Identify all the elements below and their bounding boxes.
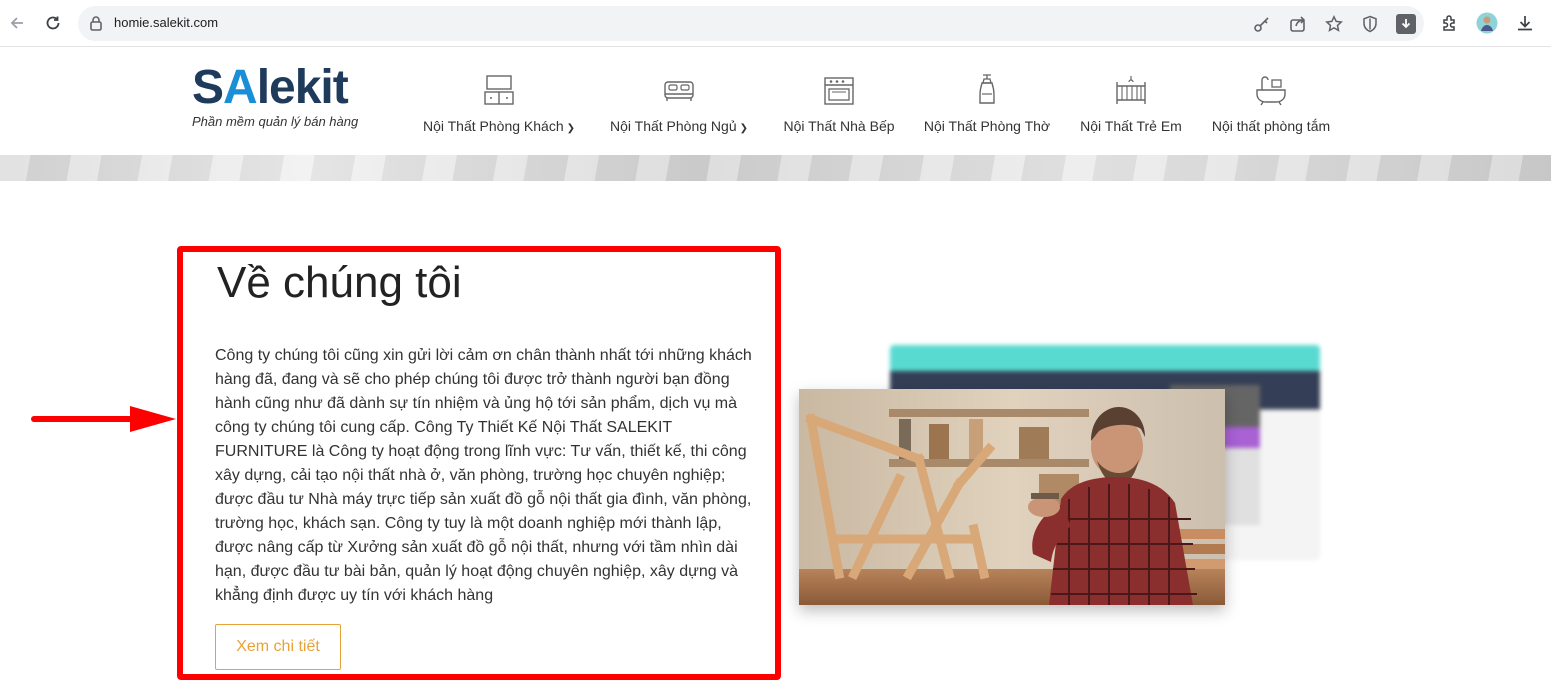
- logo-wordmark: SAlekit: [192, 64, 382, 112]
- menu-item-kitchen[interactable]: Nội Thất Nhà Bếp: [782, 72, 896, 142]
- red-highlight-frame: [177, 246, 781, 680]
- crib-icon: [1116, 76, 1146, 104]
- address-bar[interactable]: homie.salekit.com: [78, 6, 1424, 41]
- puzzle-extensions-icon[interactable]: [1439, 12, 1461, 34]
- salekit-logo[interactable]: SAlekit Phần mềm quản lý bán hàng: [192, 64, 382, 134]
- carpenter-workshop-photo: [799, 389, 1225, 605]
- menu-label: Nội Thất Nhà Bếp: [783, 118, 895, 134]
- menu-label: Nội thất phòng tắm: [1211, 118, 1331, 134]
- logo-tagline: Phần mềm quản lý bán hàng: [192, 114, 359, 129]
- browser-toolbar: homie.salekit.com: [0, 0, 1551, 47]
- chevron-down-icon: ❯: [566, 123, 575, 134]
- menu-item-kids-room[interactable]: Nội Thất Trẻ Em: [1078, 72, 1184, 142]
- living-room-icon: [484, 75, 514, 105]
- logo-letter-s: S: [192, 61, 224, 114]
- menu-item-bedroom[interactable]: Nội Thất Phòng Ngủ ❯: [607, 72, 751, 142]
- bathtub-icon: [1256, 76, 1286, 106]
- chevron-down-icon: ❯: [739, 123, 748, 134]
- red-arrow-icon: [31, 406, 176, 432]
- star-icon[interactable]: [1324, 14, 1344, 34]
- stove-icon: [824, 77, 854, 105]
- logo-letter-a: A: [223, 61, 258, 114]
- share-icon[interactable]: [1288, 14, 1308, 34]
- url-text[interactable]: homie.salekit.com: [114, 15, 218, 30]
- lock-icon[interactable]: [88, 14, 104, 37]
- menu-item-altar-room[interactable]: Nội Thất Phòng Thờ: [923, 72, 1051, 142]
- menu-item-bathroom[interactable]: Nội thất phòng tắm: [1210, 72, 1332, 142]
- menu-label: Nội Thất Trẻ Em: [1080, 118, 1182, 134]
- menu-label: Nội Thất Phòng Thờ: [923, 118, 1051, 134]
- bed-icon: [664, 81, 694, 101]
- key-icon[interactable]: [1252, 14, 1272, 34]
- shield-icon[interactable]: [1360, 14, 1380, 34]
- menu-label: Nội Thất Phòng Ngủ: [610, 118, 737, 134]
- back-arrow-icon[interactable]: [4, 10, 30, 36]
- menu-item-living-room[interactable]: Nội Thất Phòng Khách ❯: [419, 72, 579, 142]
- menu-label: Nội Thất Phòng Khách: [422, 118, 564, 134]
- reload-icon[interactable]: [40, 10, 66, 36]
- site-header: SAlekit Phần mềm quản lý bán hàng Nội Th…: [0, 48, 1551, 155]
- profile-avatar-icon[interactable]: [1476, 12, 1498, 34]
- download-icon[interactable]: [1514, 12, 1536, 34]
- altar-icon: [979, 74, 995, 104]
- header-banner-strip: [0, 155, 1551, 181]
- logo-letters-rest: lekit: [256, 61, 349, 114]
- download-box-icon[interactable]: [1396, 14, 1416, 34]
